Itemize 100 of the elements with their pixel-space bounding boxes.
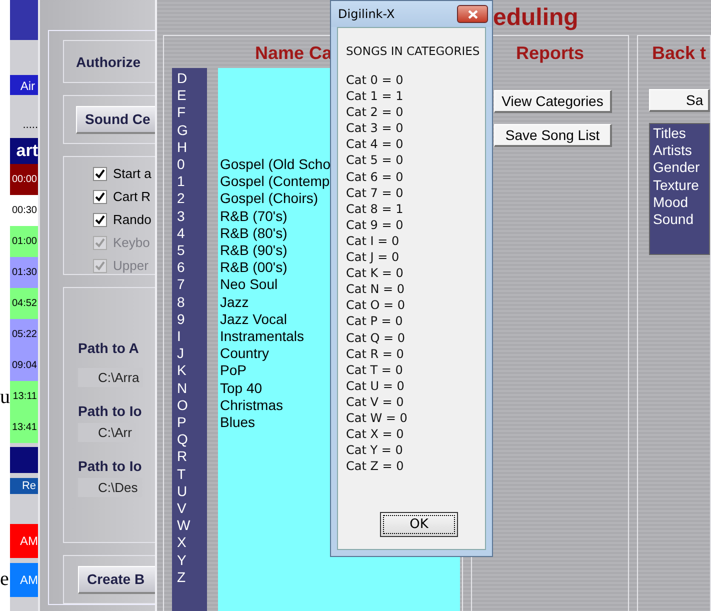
air-button[interactable]: Air — [10, 75, 38, 95]
category-code[interactable]: N — [177, 380, 207, 397]
field-item[interactable]: Sound — [653, 211, 709, 228]
checkbox[interactable] — [93, 166, 107, 181]
close-button[interactable] — [457, 5, 488, 23]
category-name[interactable]: Neo Soul — [220, 276, 278, 294]
field-item[interactable]: Artists — [653, 142, 709, 160]
category-code[interactable]: F — [177, 104, 207, 122]
path-label: Path to Io — [78, 458, 143, 474]
category-code[interactable]: X — [177, 534, 207, 552]
count-line: Cat 7 = 0 — [346, 184, 404, 201]
category-name[interactable]: R&B (80's) — [220, 224, 288, 242]
category-code[interactable]: 1 — [177, 173, 207, 190]
category-code[interactable]: O — [177, 396, 207, 414]
path-label: Path to A — [78, 340, 140, 356]
count-line: Cat 4 = 0 — [346, 136, 404, 152]
category-name[interactable]: R&B (90's) — [220, 242, 288, 260]
category-code[interactable]: 6 — [177, 259, 207, 276]
count-line: Cat 6 = 0 — [346, 168, 404, 185]
time-cell[interactable]: 01:30 — [10, 257, 38, 288]
category-name[interactable]: Instramentals — [220, 328, 304, 346]
category-name[interactable]: Jazz Vocal — [220, 310, 287, 328]
report-button[interactable]: Save Song List — [494, 124, 612, 147]
time-cell[interactable]: 09:04 — [10, 350, 38, 381]
category-name[interactable]: Blues — [220, 414, 256, 432]
category-code[interactable]: V — [177, 500, 207, 518]
category-code[interactable]: I — [177, 328, 207, 346]
category-name[interactable]: Country — [220, 345, 270, 362]
category-code[interactable]: K — [177, 362, 207, 380]
count-line: Cat W = 0 — [346, 410, 408, 426]
count-line: Cat Q = 0 — [346, 330, 406, 346]
time-cell[interactable]: 04:52 — [10, 288, 38, 319]
category-code[interactable]: T — [177, 466, 207, 483]
re-button[interactable]: Re — [10, 478, 38, 494]
category-name[interactable]: R&B (00's) — [220, 259, 288, 276]
time-button[interactable]: AM — [10, 524, 38, 558]
field-item[interactable]: Mood — [653, 194, 709, 212]
count-line: Cat U = 0 — [346, 378, 406, 394]
category-code[interactable]: 7 — [177, 276, 207, 294]
text-fragment: e — [0, 568, 9, 590]
category-code[interactable]: 9 — [177, 310, 207, 328]
time-button[interactable]: AM — [10, 563, 38, 597]
category-code[interactable]: 3 — [177, 208, 207, 225]
checkbox[interactable] — [93, 190, 107, 204]
time-cell[interactable]: 01:00 — [10, 226, 38, 257]
create-button[interactable]: Create B — [78, 566, 155, 594]
category-name[interactable]: Top 40 — [220, 380, 262, 397]
sound-button[interactable]: Sound Ce — [76, 106, 155, 134]
category-code[interactable]: J — [177, 345, 207, 362]
category-code[interactable]: Q — [177, 431, 207, 448]
time-cell[interactable]: 13:11 — [10, 381, 38, 412]
count-line: Cat Z = 0 — [346, 458, 405, 474]
field-item[interactable]: Texture — [653, 176, 709, 194]
category-name[interactable]: Christmas — [220, 396, 284, 414]
time-cell[interactable]: 00:00 — [10, 164, 38, 195]
authorize-label: Authorize — [76, 54, 141, 70]
panel-title: Reports — [516, 42, 584, 65]
field-item[interactable]: Titles — [653, 125, 709, 142]
category-code[interactable]: D — [177, 70, 207, 88]
category-name[interactable]: Jazz — [220, 294, 249, 311]
category-code[interactable]: Y — [177, 552, 207, 569]
time-cell[interactable]: 00:30 — [10, 195, 38, 226]
category-code[interactable]: 2 — [177, 190, 207, 208]
schedule-block — [10, 447, 38, 473]
time-cell[interactable]: 05:22 — [10, 319, 38, 350]
category-code[interactable]: R — [177, 448, 207, 466]
category-name[interactable]: Gospel (Contemp — [220, 173, 330, 190]
category-name[interactable]: R&B (70's) — [220, 208, 288, 225]
checkbox-label: Upper — [113, 258, 148, 274]
category-code[interactable]: 8 — [177, 294, 207, 311]
report-button[interactable]: View Categories — [494, 90, 612, 113]
category-code[interactable]: E — [177, 87, 207, 104]
dialog-title: Digilink-X — [337, 7, 395, 21]
category-code[interactable]: 0 — [177, 156, 207, 174]
count-line: Cat I = 0 — [346, 232, 400, 250]
checkbox[interactable] — [93, 212, 107, 227]
count-line: Cat 5 = 0 — [346, 152, 404, 169]
category-code[interactable]: G — [177, 122, 207, 139]
count-line: Cat K = 0 — [346, 265, 404, 282]
separator-dots: ..... — [22, 121, 38, 133]
category-code[interactable]: W — [177, 517, 207, 534]
category-name[interactable]: Gospel (Choirs) — [220, 190, 318, 208]
category-name[interactable]: Gospel (Old Scho — [220, 156, 330, 174]
count-line: Cat N = 0 — [346, 281, 406, 298]
field-item[interactable]: Gender — [653, 159, 709, 177]
app-title: eduling — [493, 4, 578, 32]
category-code[interactable]: P — [177, 414, 207, 432]
category-code[interactable]: U — [177, 482, 207, 500]
category-code[interactable]: 5 — [177, 242, 207, 260]
category-code[interactable]: H — [177, 138, 207, 156]
count-line: Cat V = 0 — [346, 394, 405, 410]
category-name[interactable]: PoP — [220, 362, 246, 380]
count-line: Cat 3 = 0 — [346, 120, 404, 136]
ok-button[interactable]: OK — [380, 512, 458, 537]
count-line: Cat 0 = 0 — [346, 72, 404, 88]
count-line: Cat 2 = 0 — [346, 104, 404, 120]
save-button[interactable]: Sa — [649, 89, 710, 112]
time-cell[interactable]: 13:41 — [10, 412, 38, 443]
category-code[interactable]: 4 — [177, 224, 207, 242]
category-code[interactable]: Z — [177, 568, 207, 586]
